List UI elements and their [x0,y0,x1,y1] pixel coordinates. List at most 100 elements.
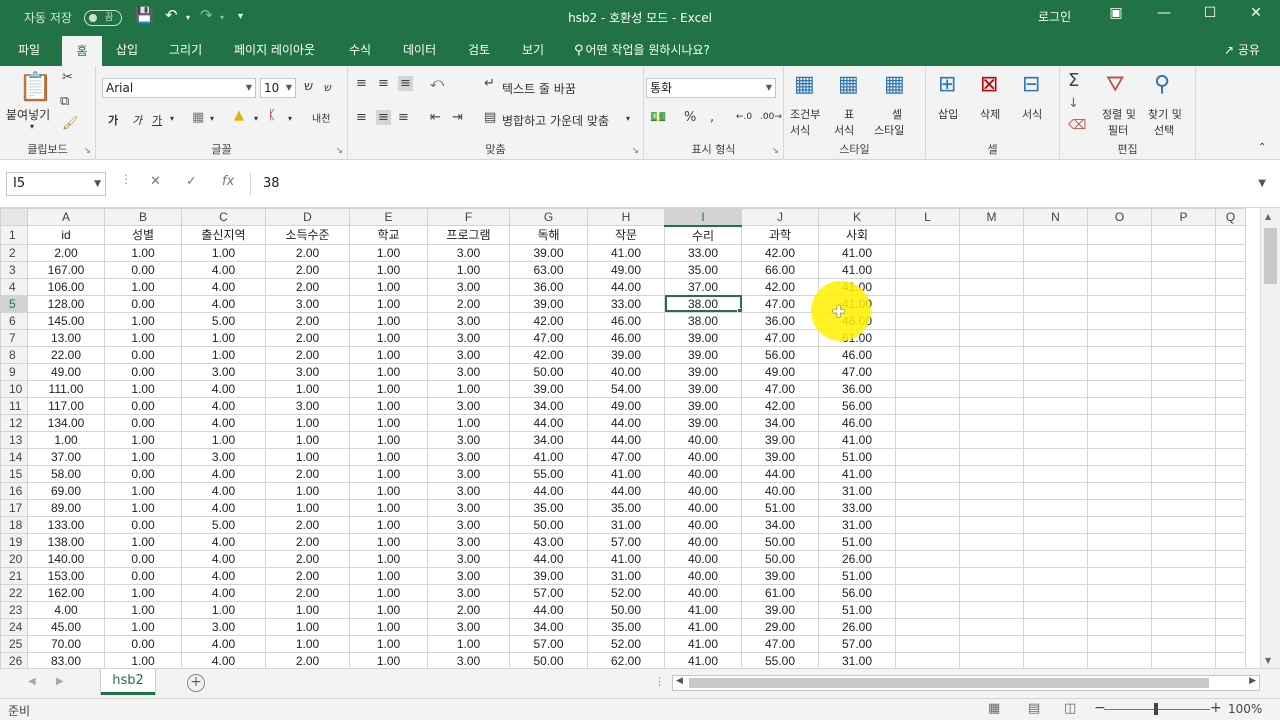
cell[interactable] [1023,515,1088,534]
cell[interactable]: 41.00 [664,651,742,668]
scroll-right-icon[interactable]: ▶ [1249,676,1256,686]
cell[interactable] [959,651,1024,668]
cell[interactable]: 1.00 [349,260,428,279]
cell[interactable]: 44.00 [509,600,588,619]
cell[interactable]: 49.00 [587,396,665,415]
cell[interactable]: 40.00 [664,583,742,602]
cell[interactable] [1151,634,1216,653]
cell[interactable]: 1.00 [349,481,428,500]
cell[interactable]: 58.00 [27,464,105,483]
cell[interactable]: 1.00 [104,600,182,619]
close-icon[interactable]: ✕ [1241,5,1271,21]
merge-center-icon[interactable]: ▤ [484,110,496,125]
cell[interactable]: 3.00 [427,515,510,534]
cell[interactable]: 1.00 [104,430,182,449]
formula-bar-splitter[interactable]: ⋮ [120,172,132,186]
cell[interactable] [1215,277,1246,296]
cell[interactable]: 37.00 [27,447,105,466]
cell[interactable] [1215,447,1246,466]
cell[interactable] [959,617,1024,636]
cell[interactable]: 3.00 [427,345,510,364]
cell[interactable]: 41.00 [664,600,742,619]
cell[interactable] [1151,243,1216,262]
cell[interactable] [1151,532,1216,551]
cell[interactable]: 57.00 [509,583,588,602]
cell[interactable]: 프로그램 [427,225,510,245]
cell[interactable] [959,583,1024,602]
cell[interactable] [895,430,960,449]
cell[interactable]: 117.00 [27,396,105,415]
cell[interactable]: 42.00 [509,311,588,330]
cell[interactable]: 1.00 [104,311,182,330]
cell[interactable] [1151,651,1216,668]
formula-input[interactable]: 38 ▼ [250,172,1272,196]
cell[interactable]: 51.00 [818,447,896,466]
align-center-icon[interactable]: ≡ [376,110,391,125]
cell[interactable] [895,311,960,330]
sheet-table[interactable]: ABCDEFGHIJKLMNOPQ 1 id 성별 출신지역 소득수준 학교 프로그램 독해 작… [0,208,1246,668]
column-header-q[interactable]: Q [1215,208,1246,226]
cell[interactable]: 1.00 [265,447,350,466]
grow-font-icon[interactable]: ש [304,79,313,94]
cell-styles-line2[interactable]: 스타일 [874,122,904,138]
cell[interactable]: 1.00 [349,617,428,636]
align-left-icon[interactable]: ≡ [356,110,367,125]
cell[interactable]: 4.00 [181,413,266,432]
insert-cells-button[interactable]: 삽입 [938,106,958,122]
cell[interactable] [1087,583,1152,602]
cell[interactable]: 34.00 [741,413,819,432]
cell[interactable] [1087,225,1152,245]
cell[interactable] [895,447,960,466]
cell[interactable] [1023,498,1088,517]
tab-formulas[interactable]: 수식 [343,34,377,66]
ribbon-display-icon[interactable]: ▣ [1101,5,1131,21]
cell[interactable]: 1.00 [181,243,266,262]
cell[interactable] [1023,277,1088,296]
cell[interactable]: 0.00 [104,345,182,364]
cell[interactable]: 과학 [741,225,819,245]
zoom-slider-knob[interactable] [1154,703,1158,715]
row-header[interactable]: 14 [0,447,28,466]
cell[interactable] [1087,413,1152,432]
delete-cells-icon[interactable]: ⊠ [980,72,998,97]
row-header[interactable]: 25 [0,634,28,653]
cell[interactable] [1215,243,1246,262]
cell[interactable]: 4.00 [181,498,266,517]
cell[interactable]: id [27,225,105,245]
cell[interactable]: 41.00 [818,260,896,279]
cell[interactable] [1023,481,1088,500]
cell[interactable]: 46.00 [818,345,896,364]
collapse-ribbon-icon[interactable]: ⌃ [1258,142,1266,153]
cell[interactable]: 51.00 [818,532,896,551]
cell[interactable]: 63.00 [509,260,588,279]
cell[interactable] [1023,617,1088,636]
alignment-launcher-icon[interactable]: ↘ [631,146,639,156]
cell[interactable] [1215,311,1246,330]
cell[interactable]: 1.00 [104,277,182,296]
cell[interactable]: 0.00 [104,515,182,534]
next-sheet-icon[interactable]: ▶ [56,676,64,687]
cell[interactable]: 34.00 [509,617,588,636]
prev-sheet-icon[interactable]: ◀ [28,676,36,687]
cell[interactable]: 39.00 [664,328,742,347]
cell[interactable]: 1.00 [265,498,350,517]
merge-dropdown-icon[interactable]: ▾ [626,114,630,123]
cell[interactable]: 0.00 [104,396,182,415]
cell[interactable] [895,379,960,398]
cell[interactable]: 2.00 [427,600,510,619]
cell[interactable] [1151,277,1216,296]
login-link[interactable]: 로그인 [1038,8,1071,25]
delete-cells-button[interactable]: 삭제 [980,106,1000,122]
cell[interactable]: 3.00 [427,328,510,347]
cell[interactable]: 사회 [818,225,896,245]
expand-formula-icon[interactable]: ▼ [1258,172,1266,196]
cell[interactable]: 1.00 [104,379,182,398]
tab-home[interactable]: 홈 [62,36,102,66]
cell[interactable] [1023,396,1088,415]
cell[interactable]: 51.00 [818,600,896,619]
cell[interactable]: 0.00 [104,566,182,585]
cell[interactable]: 4.00 [181,396,266,415]
format-cells-button[interactable]: 서식 [1022,106,1042,122]
page-layout-view-icon[interactable]: ▤ [1028,701,1040,716]
column-header-b[interactable]: B [104,208,182,226]
